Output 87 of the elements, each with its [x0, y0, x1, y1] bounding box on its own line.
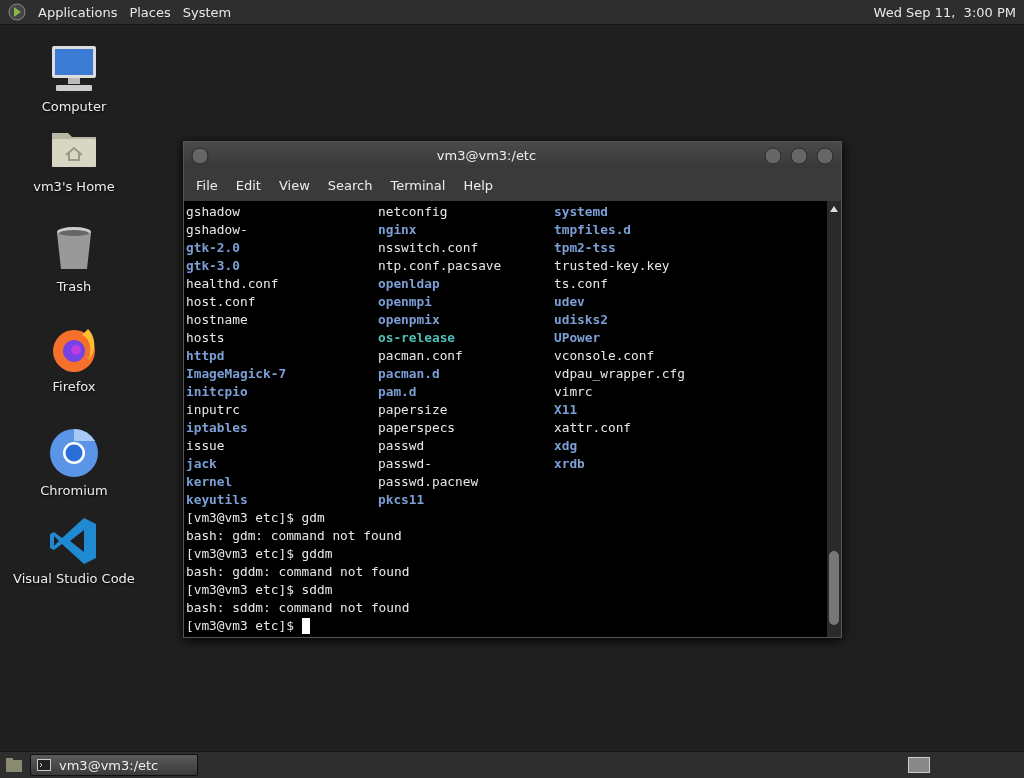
file-name: passwd.pacnew [378, 473, 479, 491]
close-icon[interactable] [815, 145, 835, 166]
file-name: inputrc [186, 401, 240, 419]
desktop-icon-label[interactable]: Trash [56, 279, 92, 294]
distro-logo-icon [8, 3, 26, 21]
scroll-up-icon[interactable] [829, 205, 839, 213]
desktop-icon-label[interactable]: vm3's Home [33, 179, 115, 194]
window-title: vm3@vm3:/etc [435, 148, 538, 163]
file-name: nginx [378, 221, 417, 239]
file-name: xattr.conf [554, 419, 632, 437]
file-name: xdg [554, 437, 578, 455]
file-name: vdpau_wrapper.cfg [554, 365, 685, 383]
file-name: papersize [378, 401, 448, 419]
file-name: openpmix [378, 311, 440, 329]
file-name: jack [186, 455, 217, 473]
menu-item[interactable]: Edit [227, 173, 269, 197]
file-name: os-release [378, 329, 456, 347]
scrollbar[interactable] [827, 201, 841, 637]
maximize-icon[interactable] [789, 145, 809, 166]
terminal-line: [vm3@vm3 etc]$ gddm [186, 545, 333, 563]
terminal-line: [vm3@vm3 etc]$ sddm [186, 581, 333, 599]
file-name: hostname [186, 311, 248, 329]
window-menu-icon[interactable] [190, 145, 210, 166]
file-name: X11 [554, 401, 578, 419]
panel-menu[interactable]: System [182, 4, 232, 20]
file-name: keyutils [186, 491, 248, 509]
file-name: pacman.conf [378, 347, 463, 365]
file-name: nsswitch.conf [378, 239, 479, 257]
panel-menu[interactable]: Applications [38, 4, 118, 20]
menu-item[interactable]: Terminal [382, 173, 454, 197]
terminal-line: [vm3@vm3 etc]$ gdm [186, 509, 325, 527]
file-name: UPower [554, 329, 601, 347]
file-name: ts.conf [554, 275, 608, 293]
menu-item[interactable]: File [188, 173, 226, 197]
terminal-line: bash: gddm: command not found [186, 563, 410, 581]
file-name: httpd [186, 347, 225, 365]
desktop-icon-label[interactable]: Chromium [40, 483, 108, 498]
file-name: pam.d [378, 383, 417, 401]
text-cursor [301, 618, 310, 634]
desktop-icon-label[interactable]: Visual Studio Code [13, 571, 135, 586]
file-name: xrdb [554, 455, 585, 473]
file-name: paperspecs [378, 419, 456, 437]
file-name: gshadow- [186, 221, 248, 239]
file-name: iptables [186, 419, 248, 437]
file-name: host.conf [186, 293, 256, 311]
panel-menu[interactable]: Places [129, 4, 171, 20]
terminal-line: bash: gdm: command not found [186, 527, 402, 545]
file-name: pkcs11 [378, 491, 425, 509]
terminal-icon [37, 759, 51, 771]
file-name: gshadow [186, 203, 240, 221]
file-name: ImageMagick-7 [186, 365, 287, 383]
file-name: openldap [378, 275, 440, 293]
desktop-icon-label[interactable]: Computer [41, 99, 107, 114]
file-name: tmpfiles.d [554, 221, 632, 239]
file-name: vconsole.conf [554, 347, 655, 365]
file-name: pacman.d [378, 365, 440, 383]
clock[interactable]: Wed Sep 11, 3:00 PM [873, 4, 1016, 20]
show-desktop-icon[interactable] [4, 756, 24, 774]
file-name: tpm2-tss [554, 239, 616, 257]
file-name: gtk-2.0 [186, 239, 240, 257]
file-name: initcpio [186, 383, 248, 401]
desktop-icon-label[interactable]: Firefox [52, 379, 96, 394]
file-name: ntp.conf.pacsave [378, 257, 502, 275]
shell-prompt: [vm3@vm3 etc]$ [186, 617, 294, 635]
chromium-icon [48, 427, 100, 479]
file-name: healthd.conf [186, 275, 279, 293]
taskbar-button[interactable]: vm3@vm3:/etc [30, 754, 198, 776]
minimize-icon[interactable] [763, 145, 783, 166]
file-name: passwd- [378, 455, 432, 473]
workspace-switcher[interactable] [908, 757, 930, 773]
menu-item[interactable]: Search [319, 173, 381, 197]
file-name: issue [186, 437, 225, 455]
terminal-line: bash: sddm: command not found [186, 599, 410, 617]
file-name: hosts [186, 329, 225, 347]
file-name: trusted-key.key [554, 257, 670, 275]
menu-item[interactable]: View [270, 173, 318, 197]
file-name: systemd [554, 203, 608, 221]
file-name: vimrc [554, 383, 593, 401]
file-name: netconfig [378, 203, 448, 221]
file-name: gtk-3.0 [186, 257, 240, 275]
file-name: passwd [378, 437, 425, 455]
file-name: openmpi [378, 293, 432, 311]
file-name: kernel [186, 473, 233, 491]
file-name: udisks2 [554, 311, 608, 329]
file-name: udev [554, 293, 585, 311]
menu-item[interactable]: Help [455, 173, 502, 197]
scroll-thumb[interactable] [829, 551, 839, 625]
